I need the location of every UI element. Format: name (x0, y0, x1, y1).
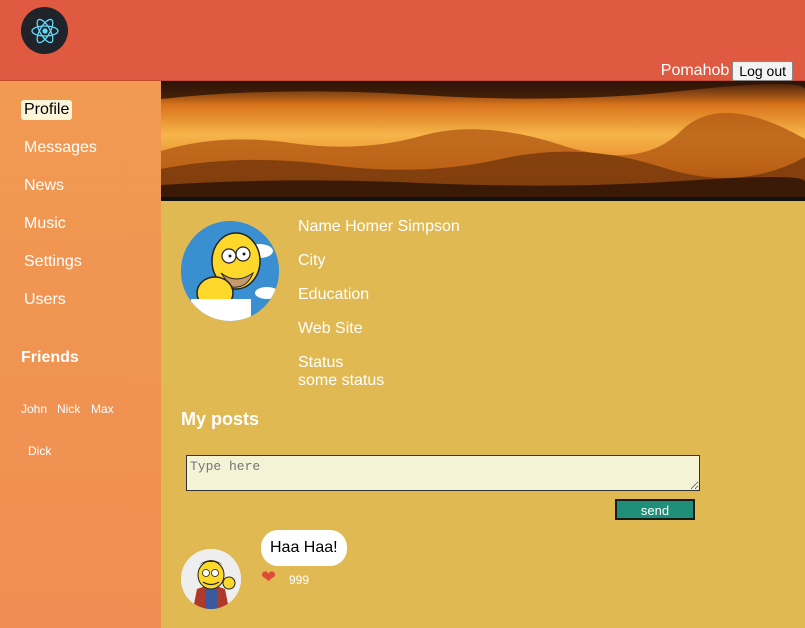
profile-banner-image (161, 81, 805, 201)
logout-button[interactable]: Log out (732, 61, 793, 81)
friend-nick[interactable]: Nick (57, 402, 80, 416)
my-posts-title: My posts (181, 409, 260, 429)
friends-title: Friends (21, 349, 79, 366)
profile-education: Education (298, 286, 370, 303)
profile-status-label: Status (298, 354, 344, 371)
sidebar-item-users[interactable]: Users (21, 290, 69, 310)
friend-john[interactable]: John (21, 402, 47, 416)
profile-avatar (181, 221, 279, 321)
header: Pomahob Log out (0, 0, 805, 81)
post-input[interactable] (186, 455, 700, 491)
profile-name: Name Homer Simpson (298, 218, 460, 235)
sidebar-item-profile[interactable]: Profile (21, 100, 73, 120)
post-avatar (181, 549, 241, 609)
post-message-bubble: Haa Haa! (261, 530, 347, 566)
profile-status-value[interactable]: some status (298, 372, 384, 390)
post-text: Haa Haa! (270, 539, 338, 556)
sidebar: Profile Messages News Music Settings Use… (0, 81, 161, 628)
friend-max[interactable]: Max (91, 402, 114, 416)
profile-website: Web Site (298, 320, 363, 337)
react-logo-icon[interactable] (21, 7, 68, 54)
sidebar-item-music[interactable]: Music (21, 214, 69, 234)
like-count: 999 (289, 573, 310, 587)
sidebar-item-settings[interactable]: Settings (21, 252, 85, 272)
profile-content: Name Homer Simpson City Education Web Si… (161, 201, 805, 628)
heart-icon[interactable]: ❤ (261, 567, 276, 588)
profile-city: City (298, 252, 326, 269)
send-button[interactable]: send (615, 499, 695, 520)
username: Pomahob (660, 62, 730, 79)
friend-dick[interactable]: Dick (28, 444, 51, 458)
sidebar-item-messages[interactable]: Messages (21, 138, 100, 158)
sidebar-item-news[interactable]: News (21, 176, 67, 196)
user-area: Pomahob Log out (661, 61, 793, 81)
